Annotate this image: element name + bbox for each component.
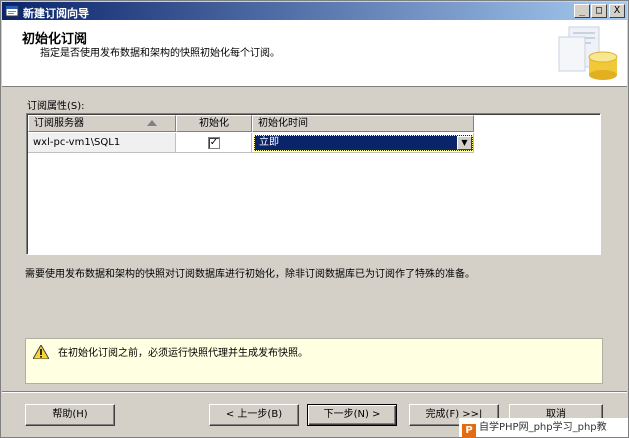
initialize-checkbox[interactable]: ✓ — [208, 137, 220, 149]
wizard-window: 新建订阅向导 _ □ X 初始化订阅 指定是否使用发布数据和架构的快照初始化每个… — [0, 0, 629, 438]
column-header-initialize[interactable]: 初始化 — [176, 115, 252, 132]
init-time-cell[interactable]: 立即 ▼ — [252, 133, 474, 153]
warning-icon — [33, 345, 49, 359]
php-logo-icon: P — [462, 424, 476, 438]
minimize-button[interactable]: _ — [574, 4, 590, 18]
window-title: 新建订阅向导 — [23, 7, 89, 20]
watermark-text: 自学PHP网_php学习_php教 — [479, 422, 607, 433]
info-text: 需要使用发布数据和架构的快照对订阅数据库进行初始化，除非订阅数据库已为订阅作了特… — [25, 269, 475, 280]
column-header-label: 订阅服务器 — [34, 118, 84, 129]
column-header-init-time[interactable]: 初始化时间 — [252, 115, 474, 132]
subscriber-cell[interactable]: wxl-pc-vm1\SQL1 — [28, 133, 176, 153]
wizard-header: 初始化订阅 指定是否使用发布数据和架构的快照初始化每个订阅。 — [2, 20, 627, 87]
init-time-dropdown[interactable]: 立即 ▼ — [254, 135, 473, 151]
back-button[interactable]: < 上一步(B) — [209, 404, 299, 426]
title-bar[interactable]: 新建订阅向导 _ □ X — [2, 2, 627, 20]
column-header-label: 初始化 — [199, 118, 229, 129]
database-logo-icon — [558, 26, 618, 80]
button-separator — [2, 391, 627, 393]
init-time-value: 立即 — [259, 137, 279, 148]
column-header-label: 初始化时间 — [258, 118, 308, 129]
page-subtitle: 指定是否使用发布数据和架构的快照初始化每个订阅。 — [40, 48, 280, 59]
next-button[interactable]: 下一步(N) > — [307, 404, 397, 426]
help-button[interactable]: 帮助(H) — [25, 404, 115, 426]
warning-panel: 在初始化订阅之前，必须运行快照代理并生成发布快照。 — [25, 338, 603, 384]
maximize-button[interactable]: □ — [591, 4, 607, 18]
app-icon — [5, 5, 19, 17]
site-watermark: P 自学PHP网_php学习_php教 — [459, 418, 628, 438]
subscription-properties-label: 订阅属性(S): — [27, 101, 85, 112]
initialize-cell[interactable]: ✓ — [176, 133, 252, 153]
warning-text: 在初始化订阅之前，必须运行快照代理并生成发布快照。 — [58, 348, 308, 359]
close-button[interactable]: X — [609, 4, 625, 18]
table-row[interactable]: wxl-pc-vm1\SQL1 ✓ 立即 ▼ — [28, 133, 474, 153]
subscription-grid[interactable]: 订阅服务器 初始化 初始化时间 wxl-pc-vm1\SQL1 ✓ 立即 ▼ — [26, 113, 601, 255]
sort-ascending-icon — [147, 120, 157, 126]
chevron-down-icon[interactable]: ▼ — [457, 136, 472, 150]
column-header-subscriber[interactable]: 订阅服务器 — [28, 115, 176, 132]
